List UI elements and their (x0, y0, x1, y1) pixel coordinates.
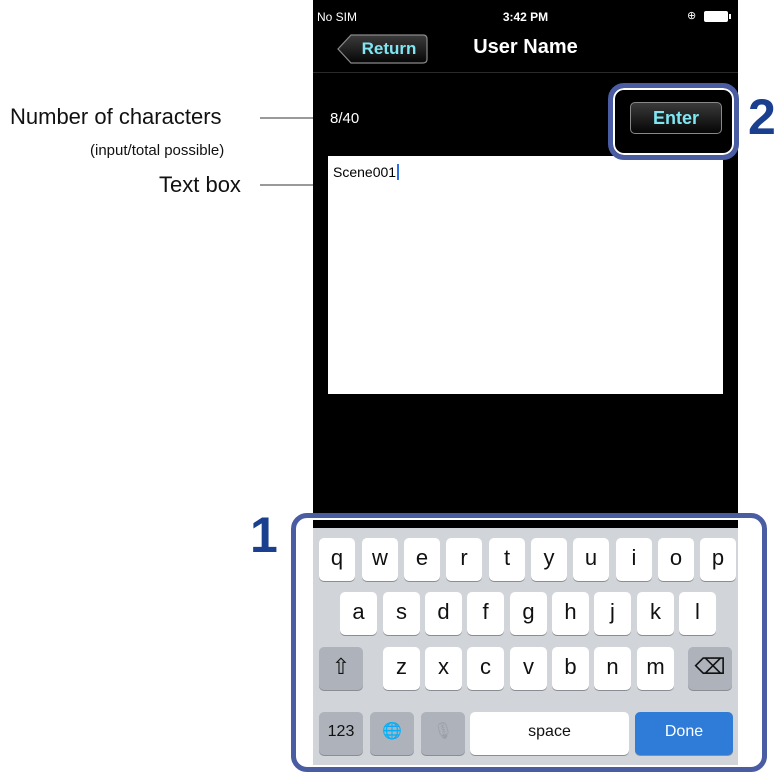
text-box-label: Text box (159, 172, 241, 197)
callout-1: 1 (250, 507, 278, 563)
highlight-enter-frame (608, 83, 739, 160)
number-of-characters-label: Number of characters (10, 104, 222, 129)
text-box[interactable]: Scene001 (328, 156, 723, 394)
number-of-characters-sublabel: (input/total possible) (90, 142, 225, 159)
text-box-value-wrapper: Scene001 (333, 164, 400, 180)
highlight-keyboard-frame (291, 513, 767, 772)
text-box-value: Scene001 (333, 164, 397, 180)
status-time: 3:42 PM (502, 10, 549, 24)
rotation-lock-icon: ⊕ (687, 10, 697, 22)
text-caret (397, 164, 400, 180)
battery-icon (704, 11, 731, 22)
callout-2: 2 (748, 89, 776, 145)
character-count: 8/40 (330, 110, 360, 127)
navigation-bar: Return User Name (313, 26, 738, 73)
status-bar: No SIM 3:42 PM ⊕ (313, 0, 738, 26)
page-title: User Name (473, 36, 578, 58)
